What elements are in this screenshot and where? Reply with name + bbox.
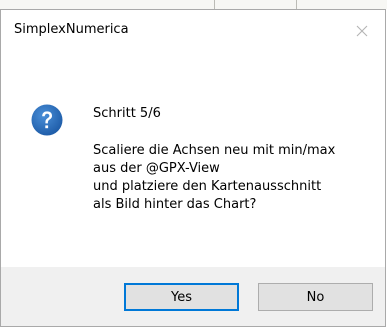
- dialog-title: SimplexNumerica: [14, 22, 129, 37]
- question-icon: [31, 104, 63, 136]
- message-line: aus der @GPX-View: [93, 161, 220, 176]
- title-bar[interactable]: SimplexNumerica: [1, 10, 385, 52]
- dialog-content: Schritt 5/6 Scaliere die Achsen neu mit …: [1, 52, 385, 267]
- background-divider: [214, 0, 215, 9]
- close-icon: [356, 25, 368, 37]
- message-line: als Bild hinter das Chart?: [93, 197, 257, 212]
- yes-button[interactable]: Yes: [124, 283, 239, 311]
- message-dialog: SimplexNumerica Schritt 5/6 Scaliere die…: [0, 9, 386, 327]
- dialog-message: Scaliere die Achsen neu mit min/max aus …: [93, 142, 335, 214]
- close-button[interactable]: [339, 10, 385, 52]
- message-line: Scaliere die Achsen neu mit min/max: [93, 143, 336, 158]
- button-bar: Yes No: [1, 267, 385, 326]
- background-divider: [296, 0, 297, 9]
- message-line: und platziere den Kartenausschnitt: [93, 179, 322, 194]
- step-label: Schritt 5/6: [93, 106, 161, 121]
- no-button[interactable]: No: [258, 283, 373, 311]
- background-window-edge: [0, 0, 387, 9]
